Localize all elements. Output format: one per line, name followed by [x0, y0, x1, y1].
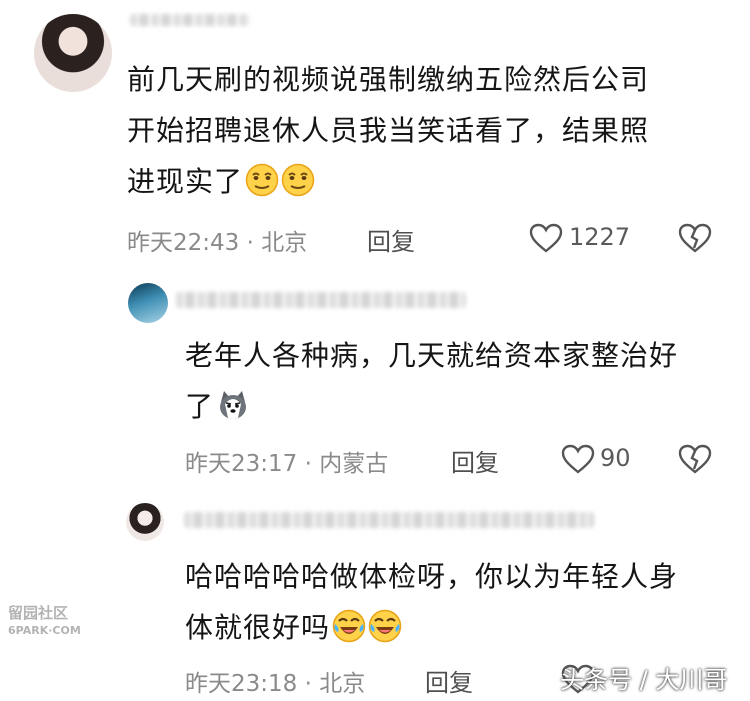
comment-line: 开始招聘退休人员我当笑话看了，结果照	[127, 114, 650, 147]
broken-heart-icon[interactable]	[678, 222, 712, 254]
comment-line: 进现实了	[127, 156, 727, 207]
grimace-emoji	[281, 163, 315, 197]
comment-time-location: 昨天22:43 · 北京	[127, 230, 308, 256]
laugh-cry-emoji	[332, 609, 366, 643]
username-blurred[interactable]	[130, 14, 250, 26]
like-count: 90	[600, 444, 631, 472]
broken-heart-icon[interactable]	[678, 443, 712, 475]
comment-line: 了	[185, 381, 725, 432]
comment-line: 老年人各种病，几天就给资本家整治好	[185, 339, 679, 372]
husky-dog-emoji	[220, 391, 247, 419]
avatar[interactable]	[34, 14, 112, 92]
avatar[interactable]	[128, 283, 168, 323]
laugh-cry-emoji	[368, 609, 402, 643]
reply-button[interactable]: 回复	[425, 663, 473, 698]
watermark-toutiao: 头条号 / 大川哥	[560, 666, 728, 694]
grimace-emoji	[245, 163, 279, 197]
username-blurred[interactable]	[176, 292, 466, 308]
comment-body: 哈哈哈哈哈做体检呀，你以为年轻人身 体就很好吗	[185, 551, 725, 653]
comment-body: 前几天刷的视频说强制缴纳五险然后公司 开始招聘退休人员我当笑话看了，结果照 进现…	[127, 54, 727, 207]
heart-outline-icon[interactable]	[560, 443, 596, 475]
heart-outline-icon[interactable]	[528, 222, 564, 254]
comment-line: 前几天刷的视频说强制缴纳五险然后公司	[127, 63, 650, 96]
avatar[interactable]	[126, 503, 164, 541]
watermark-line: 留园社区	[8, 604, 69, 622]
like-count: 1227	[569, 223, 631, 251]
comment-time-location: 昨天23:18 · 北京	[185, 671, 366, 697]
comment-line-text: 体就很好吗	[185, 611, 331, 644]
comment-line-text: 了	[185, 390, 215, 423]
comment-body: 老年人各种病，几天就给资本家整治好 了	[185, 330, 725, 432]
reply-button[interactable]: 回复	[451, 443, 499, 478]
watermark-line: 6PARK·COM	[8, 624, 81, 637]
reply-button[interactable]: 回复	[367, 222, 415, 257]
username-blurred[interactable]	[184, 512, 594, 528]
comment-line: 体就很好吗	[185, 602, 725, 653]
comment-line-text: 进现实了	[127, 165, 244, 198]
comment-time-location: 昨天23:17 · 内蒙古	[185, 451, 389, 477]
comment-line: 哈哈哈哈哈做体检呀，你以为年轻人身	[185, 560, 679, 593]
watermark-6park: 留园社区 6PARK·COM	[8, 604, 81, 640]
